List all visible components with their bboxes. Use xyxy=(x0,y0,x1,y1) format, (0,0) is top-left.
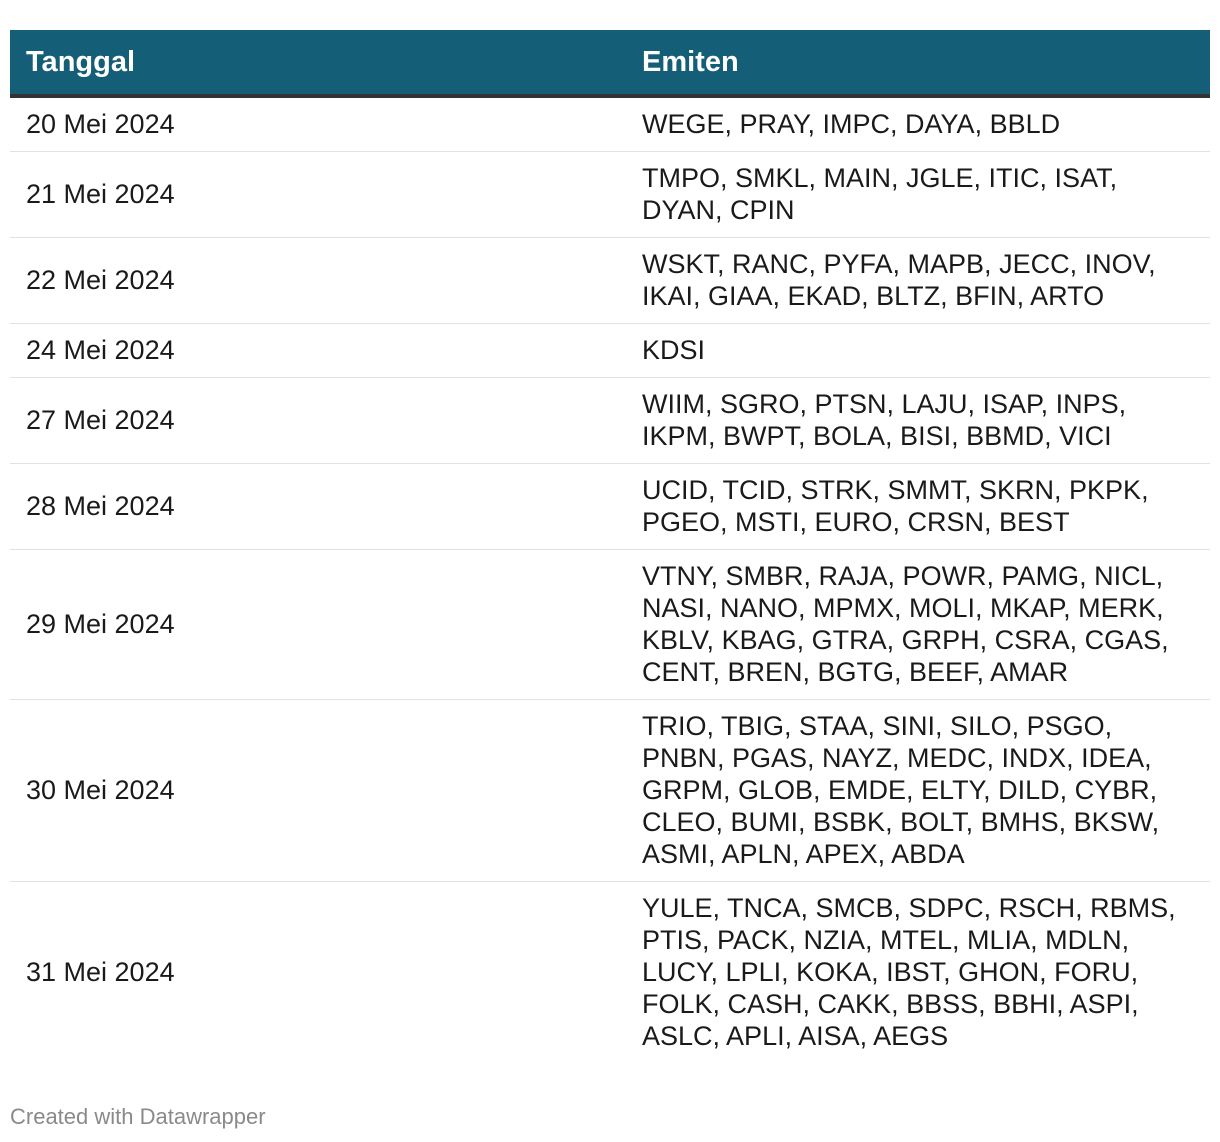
datawrapper-credit[interactable]: Created with Datawrapper xyxy=(10,1104,266,1130)
table-row: 30 Mei 2024 TRIO, TBIG, STAA, SINI, SILO… xyxy=(10,699,1210,882)
cell-tanggal: 29 Mei 2024 xyxy=(10,549,626,700)
cell-emiten: TRIO, TBIG, STAA, SINI, SILO, PSGO, PNBN… xyxy=(626,699,1210,882)
table-row: 29 Mei 2024 VTNY, SMBR, RAJA, POWR, PAMG… xyxy=(10,549,1210,700)
column-header-tanggal[interactable]: Tanggal xyxy=(10,30,626,98)
table-row: 21 Mei 2024 TMPO, SMKL, MAIN, JGLE, ITIC… xyxy=(10,151,1210,238)
cell-tanggal: 27 Mei 2024 xyxy=(10,377,626,464)
cell-emiten: WSKT, RANC, PYFA, MAPB, JECC, INOV, IKAI… xyxy=(626,237,1210,324)
cell-emiten: UCID, TCID, STRK, SMMT, SKRN, PKPK, PGEO… xyxy=(626,463,1210,550)
data-table-container: Tanggal Emiten 20 Mei 2024 WEGE, PRAY, I… xyxy=(10,30,1210,1063)
cell-tanggal: 30 Mei 2024 xyxy=(10,699,626,882)
column-header-emiten[interactable]: Emiten xyxy=(626,30,1210,98)
table-row: 31 Mei 2024 YULE, TNCA, SMCB, SDPC, RSCH… xyxy=(10,882,1210,1064)
cell-emiten: WEGE, PRAY, IMPC, DAYA, BBLD xyxy=(626,96,1210,152)
cell-tanggal: 24 Mei 2024 xyxy=(10,323,626,378)
cell-emiten: KDSI xyxy=(626,323,1210,378)
cell-tanggal: 22 Mei 2024 xyxy=(10,237,626,324)
cell-tanggal: 20 Mei 2024 xyxy=(10,96,626,152)
cell-emiten: WIIM, SGRO, PTSN, LAJU, ISAP, INPS, IKPM… xyxy=(626,377,1210,464)
table-row: 24 Mei 2024 KDSI xyxy=(10,323,1210,378)
cell-emiten: VTNY, SMBR, RAJA, POWR, PAMG, NICL, NASI… xyxy=(626,549,1210,700)
cell-emiten: YULE, TNCA, SMCB, SDPC, RSCH, RBMS, PTIS… xyxy=(642,893,1176,1051)
data-table: Tanggal Emiten 20 Mei 2024 WEGE, PRAY, I… xyxy=(10,30,1210,1063)
cell-tanggal: 31 Mei 2024 xyxy=(26,957,175,987)
cell-tanggal: 28 Mei 2024 xyxy=(10,463,626,550)
table-row: 20 Mei 2024 WEGE, PRAY, IMPC, DAYA, BBLD xyxy=(10,96,1210,152)
table-row: 28 Mei 2024 UCID, TCID, STRK, SMMT, SKRN… xyxy=(10,463,1210,550)
cell-tanggal: 21 Mei 2024 xyxy=(10,151,626,238)
table-row: 27 Mei 2024 WIIM, SGRO, PTSN, LAJU, ISAP… xyxy=(10,377,1210,464)
table-row: 22 Mei 2024 WSKT, RANC, PYFA, MAPB, JECC… xyxy=(10,237,1210,324)
table-header-row: Tanggal Emiten xyxy=(10,30,1210,98)
cell-emiten: TMPO, SMKL, MAIN, JGLE, ITIC, ISAT, DYAN… xyxy=(626,151,1210,238)
